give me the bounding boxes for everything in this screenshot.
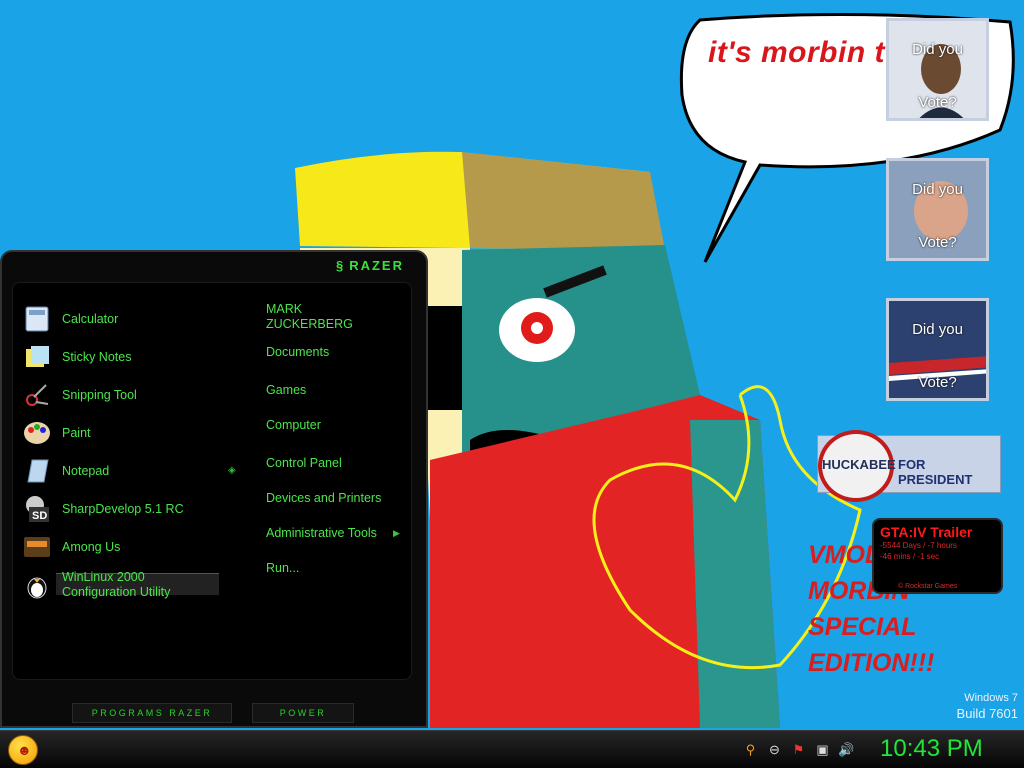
sticky-notes-icon	[22, 343, 52, 371]
huckabee-name: HUCKABEE	[822, 457, 896, 472]
among-us-icon	[22, 533, 52, 561]
documents-link[interactable]: Documents	[266, 345, 329, 360]
gta-footer: © Rockstar Games	[898, 583, 958, 590]
penguin-icon	[22, 571, 52, 599]
program-among-us[interactable]: Among Us	[22, 530, 120, 564]
computer-link[interactable]: Computer	[266, 418, 321, 433]
program-winlinux[interactable]: WinLinux 2000 Configuration Utility	[22, 568, 170, 602]
huckabee-gadget[interactable]: HUCKABEE FOR PRESIDENT	[817, 430, 1001, 502]
scissors-icon	[22, 381, 52, 409]
vote-answer: Vote?	[918, 94, 957, 111]
windows-version-watermark: Windows 7 Build 7601	[957, 692, 1018, 721]
program-notepad[interactable]: Notepad	[22, 454, 109, 488]
huckabee-suffix: FOR PRESIDENT	[898, 457, 973, 487]
clock[interactable]: 10:43 PM	[880, 735, 983, 763]
user-name-link[interactable]: MARK ZUCKERBERG	[266, 302, 353, 332]
games-link[interactable]: Games	[266, 383, 306, 398]
sd-icon: SD	[22, 495, 52, 523]
calculator-icon	[22, 305, 52, 333]
control-panel-link[interactable]: Control Panel	[266, 456, 342, 471]
admin-tools-link[interactable]: Administrative Tools	[266, 526, 377, 541]
flag-icon[interactable]: ⚑	[790, 741, 807, 758]
vote-question: Did you	[912, 41, 963, 58]
program-label: Sticky Notes	[62, 349, 132, 364]
program-paint[interactable]: Paint	[22, 416, 91, 450]
vote-answer: Vote?	[918, 234, 957, 251]
start-button[interactable]: ☻	[8, 735, 38, 765]
devices-printers-link[interactable]: Devices and Printers	[266, 491, 381, 506]
program-label: Notepad	[62, 463, 110, 478]
gta-countdown-mins: -46 mins / -1 sec	[880, 552, 940, 561]
palette-icon	[22, 419, 52, 447]
razer-snake-icon: §	[335, 258, 346, 273]
vote-question: Did you	[912, 181, 963, 198]
vote-gadget-mccain[interactable]: Did you Vote?	[886, 158, 989, 261]
gta-title: GTA:IV Trailer	[880, 524, 973, 540]
program-label: Snipping Tool	[62, 387, 137, 402]
razer-logo: § RAZER	[336, 258, 404, 273]
notepad-icon	[22, 457, 52, 485]
network-icon[interactable]: ▣	[814, 741, 831, 758]
vote-answer: Vote?	[918, 374, 957, 391]
system-tray: ⚲ ⊖ ⚑ ▣ 🔊	[742, 741, 855, 758]
search-icon[interactable]: ⚲	[742, 741, 759, 758]
gta-countdown-gadget[interactable]: GTA:IV Trailer -5544 Days / -7 hours -46…	[872, 518, 1003, 594]
program-label: Paint	[62, 425, 91, 440]
svg-text:SD: SD	[32, 510, 47, 522]
volume-icon[interactable]: 🔊	[838, 741, 855, 758]
taskbar: ☻ ⚲ ⊖ ⚑ ▣ 🔊 10:43 PM	[0, 730, 1024, 768]
program-label: Among Us	[62, 539, 121, 554]
razer-dot-icon: ◈	[228, 465, 236, 476]
vote-question: Did you	[912, 321, 963, 338]
razer-brand: RAZER	[349, 258, 404, 273]
program-snipping-tool[interactable]: Snipping Tool	[22, 378, 137, 412]
program-sharpdevelop[interactable]: SD SharpDevelop 5.1 RC	[22, 492, 184, 526]
program-label: Calculator	[62, 311, 119, 326]
windows-build: Build 7601	[956, 706, 1018, 721]
windows-name: Windows 7	[964, 692, 1018, 704]
vote-gadget-hillary[interactable]: Did you Vote?	[886, 298, 989, 401]
program-label: WinLinux 2000 Configuration Utility	[62, 570, 171, 599]
program-sticky-notes[interactable]: Sticky Notes	[22, 340, 131, 374]
speech-bubble-text: it's morbin t	[708, 36, 885, 69]
start-orb-icon: ☻	[17, 742, 32, 758]
status-icon[interactable]: ⊖	[766, 741, 783, 758]
all-programs-button[interactable]: PROGRAMS RAZER	[72, 703, 232, 723]
program-label: SharpDevelop 5.1 RC	[62, 501, 184, 516]
run-link[interactable]: Run...	[266, 561, 299, 576]
power-button[interactable]: POWER	[252, 703, 354, 723]
vote-gadget-obama[interactable]: Did you Vote?	[886, 18, 989, 121]
program-calculator[interactable]: Calculator	[22, 302, 118, 336]
submenu-arrow-icon: ▶	[393, 528, 400, 538]
gta-countdown-days: -5544 Days / -7 hours	[880, 541, 957, 550]
